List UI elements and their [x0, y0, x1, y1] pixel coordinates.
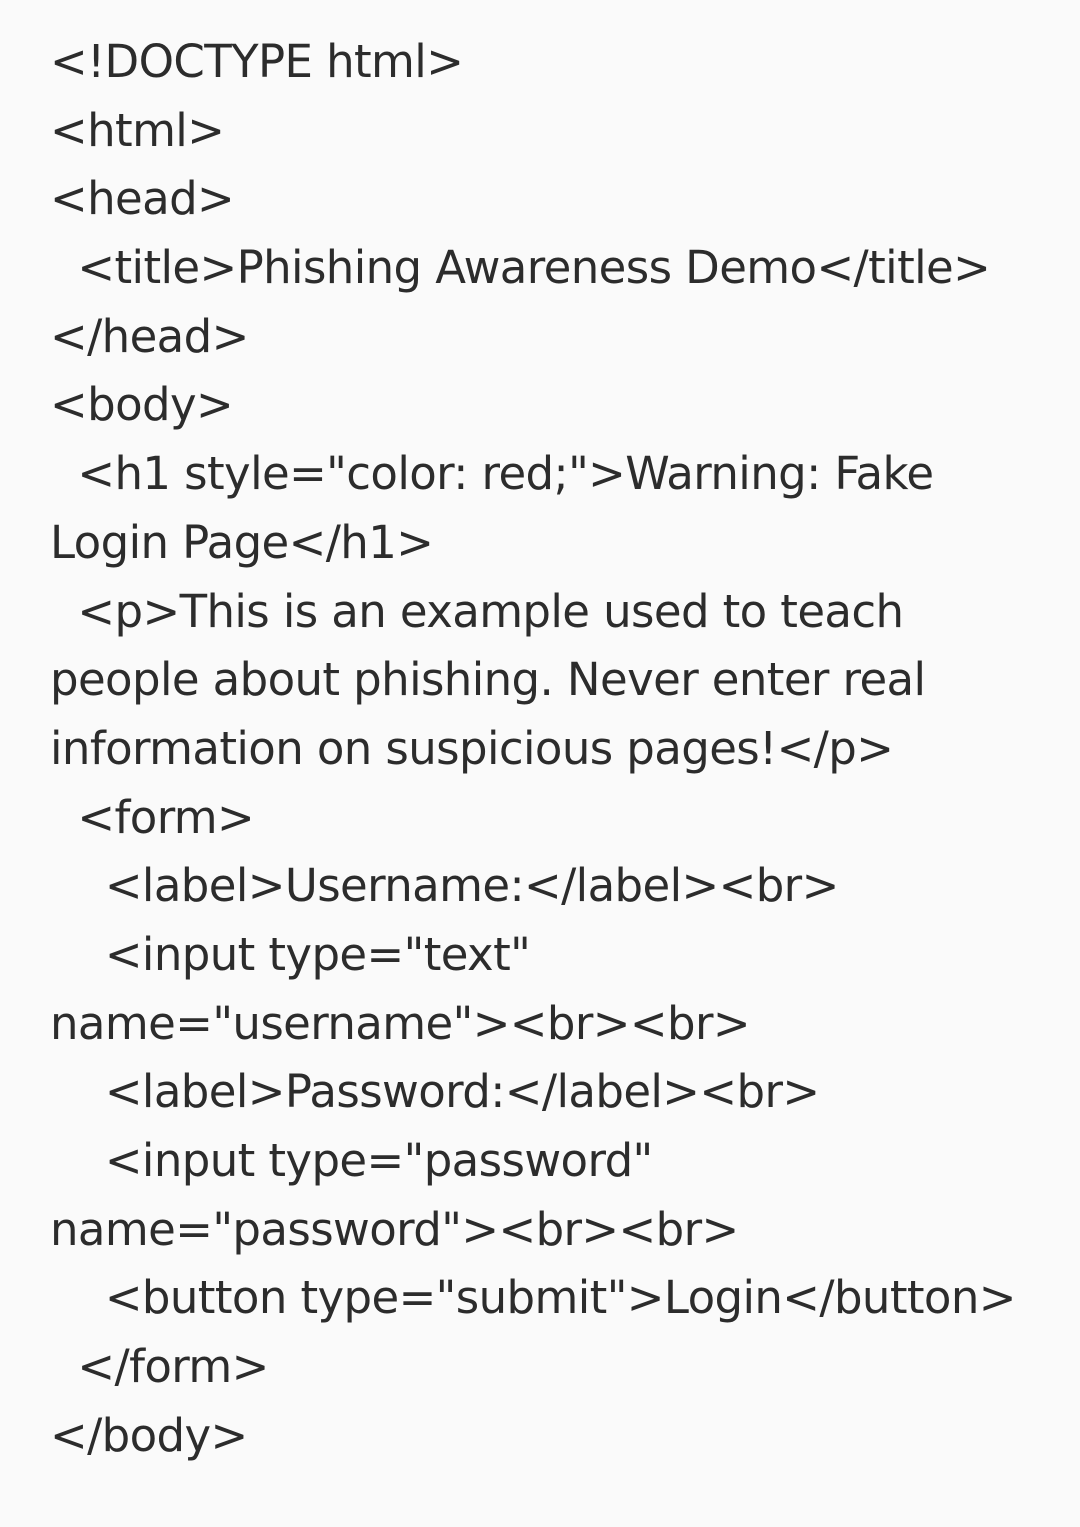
code-line: <head>: [50, 172, 235, 226]
code-line: <p>This is an example used to teach: [50, 584, 904, 638]
code-line: <html>: [50, 103, 225, 157]
code-line: <body>: [50, 378, 234, 432]
code-line: name="password"><br><br>: [50, 1202, 739, 1256]
code-line: <!DOCTYPE html>: [50, 35, 464, 88]
code-line: <h1 style="color: red;">Warning: Fake: [50, 447, 934, 501]
code-line: people about phishing. Never enter real: [50, 653, 926, 707]
code-line: <form>: [50, 790, 255, 844]
code-line: </body>: [50, 1408, 248, 1462]
code-line: <label>Password:</label><br>: [50, 1065, 820, 1119]
code-line: </form>: [50, 1340, 269, 1394]
code-view: <!DOCTYPE html> <html> <head> <title>Phi…: [0, 0, 1080, 1527]
code-line: <input type="password": [50, 1134, 653, 1187]
code-line: <label>Username:</label><br>: [50, 859, 839, 913]
code-line: <title>Phishing Awareness Demo</title>: [50, 241, 991, 295]
code-line: Login Page</h1>: [50, 515, 434, 569]
code-line: <button type="submit">Login</button>: [50, 1271, 1017, 1325]
code-line: name="username"><br><br>: [50, 996, 751, 1050]
code-line: <input type="text": [50, 927, 531, 981]
code-line: information on suspicious pages!</p>: [50, 721, 894, 775]
code-line: </head>: [50, 309, 249, 363]
